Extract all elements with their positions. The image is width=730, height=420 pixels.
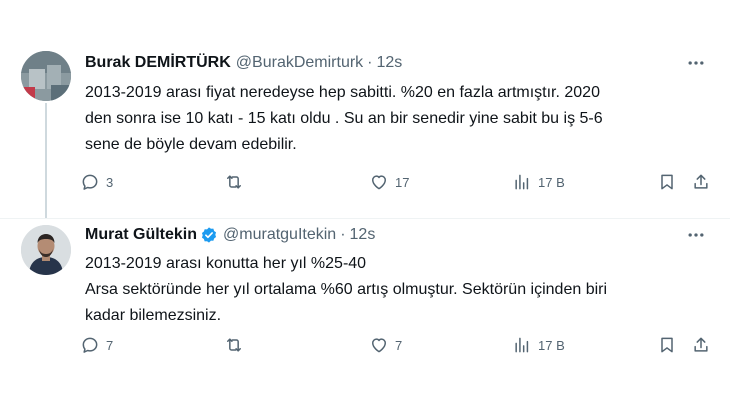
views-button[interactable]: 17 B	[512, 333, 565, 357]
timestamp[interactable]: 12s	[377, 54, 403, 72]
retweet-button[interactable]	[224, 170, 250, 194]
views-icon	[515, 174, 529, 190]
tweet-header: Murat Gültekin @muratguItekin · 12s	[85, 224, 375, 246]
tweet-text-line: 2013-2019 arası konutta her yıl %25-40	[85, 255, 367, 272]
retweet-icon	[227, 175, 241, 189]
views-count: 17 B	[538, 174, 565, 190]
retweet-button[interactable]	[224, 333, 250, 357]
more-icon[interactable]	[686, 225, 706, 245]
like-button[interactable]: 7	[369, 333, 402, 357]
reply-button[interactable]: 7	[80, 333, 113, 357]
more-icon[interactable]	[686, 53, 706, 73]
like-count: 7	[395, 337, 403, 353]
action-bar: 3 17 17 B	[78, 170, 718, 194]
heart-icon	[372, 338, 386, 353]
reply-icon	[82, 337, 98, 353]
tweet: Burak DEMİRTÜRK @BurakDemirturk · 12s 20…	[0, 40, 730, 218]
share-button[interactable]	[691, 333, 711, 357]
reply-button[interactable]: 3	[80, 170, 113, 194]
views-button[interactable]: 17 B	[512, 170, 565, 194]
author-name[interactable]: Murat Gültekin	[85, 226, 197, 244]
tweet-text-line: 2013-2019 arası fiyat neredeyse hep sabi…	[85, 84, 600, 101]
separator-dot: ·	[340, 226, 346, 243]
views-count: 17 B	[538, 337, 565, 353]
tweet-text-line: sene de böyle devam edebilir.	[85, 136, 297, 153]
bookmark-icon	[661, 174, 673, 190]
tweet: Murat Gültekin @muratguItekin · 12s 2013…	[0, 218, 730, 383]
share-icon	[694, 337, 708, 352]
views-icon	[515, 337, 529, 353]
avatar[interactable]	[21, 225, 71, 275]
share-icon	[694, 174, 708, 189]
tweet-header: Burak DEMİRTÜRK @BurakDemirturk · 12s	[85, 52, 402, 74]
author-name[interactable]: Burak DEMİRTÜRK	[85, 54, 231, 72]
author-handle[interactable]: @muratguItekin	[223, 226, 336, 244]
like-count: 17	[395, 174, 410, 190]
tweet-text: 2013-2019 arası konutta her yıl %25-40 A…	[85, 251, 715, 329]
author-handle[interactable]: @BurakDemirturk	[236, 54, 363, 72]
tweet-text: 2013-2019 arası fiyat neredeyse hep sabi…	[85, 80, 715, 158]
bookmark-icon	[661, 337, 673, 353]
retweet-icon	[227, 338, 241, 352]
heart-icon	[372, 175, 386, 190]
reply-icon	[82, 174, 98, 190]
bookmark-button[interactable]	[657, 333, 677, 357]
tweet-text-line: den sonra ise 10 katı - 15 katı oldu . S…	[85, 110, 603, 127]
timestamp[interactable]: 12s	[350, 226, 376, 244]
tweet-text-line: kadar bilemezsiniz.	[85, 307, 222, 324]
verified-badge-icon	[201, 227, 217, 243]
action-bar: 7 7 17 B	[78, 333, 718, 357]
separator-dot: ·	[367, 54, 373, 71]
bookmark-button[interactable]	[657, 170, 677, 194]
reply-count: 3	[106, 174, 114, 190]
reply-count: 7	[106, 337, 114, 353]
share-button[interactable]	[691, 170, 711, 194]
tweet-text-line: Arsa sektöründe her yıl ortalama %60 art…	[85, 281, 608, 298]
avatar[interactable]	[21, 51, 71, 101]
like-button[interactable]: 17	[369, 170, 409, 194]
